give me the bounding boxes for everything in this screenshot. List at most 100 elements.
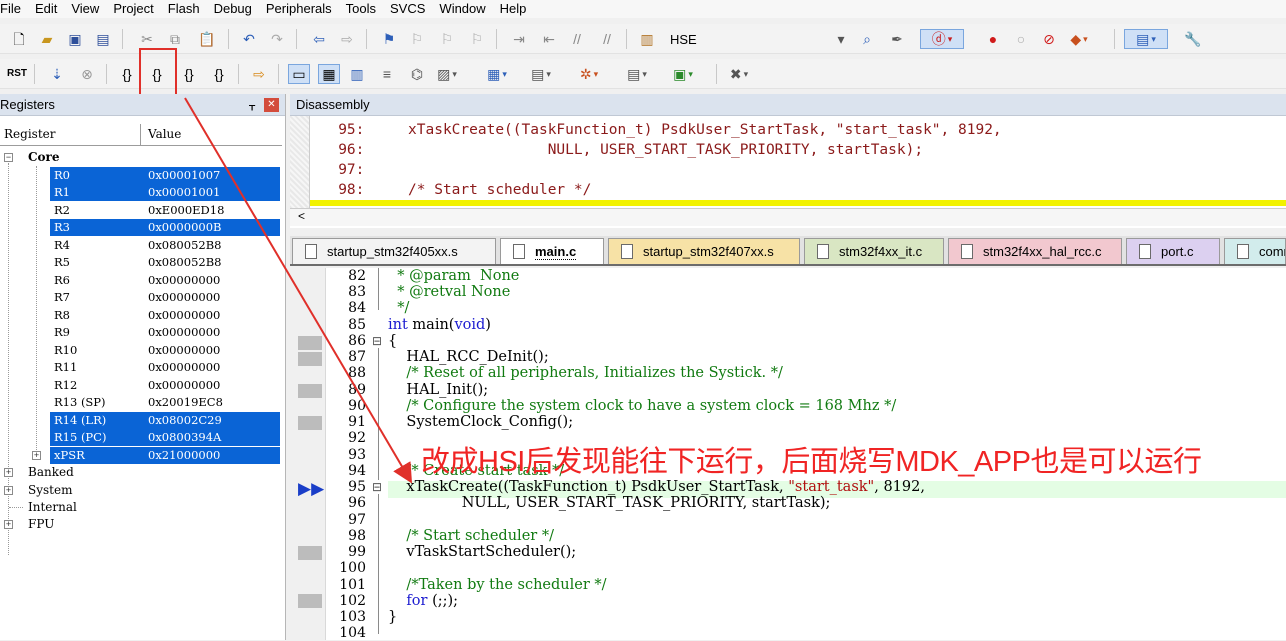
system-viewer-icon[interactable]: ▣ ▾	[672, 64, 694, 84]
step-out-icon[interactable]: {}	[178, 64, 200, 84]
paste-icon[interactable]: 📋	[196, 29, 218, 49]
register-row[interactable]: R12 0x00000000	[0, 377, 282, 394]
register-value[interactable]: 0x00000000	[148, 342, 220, 359]
cut-icon[interactable]: ✂	[136, 29, 158, 49]
target-options-icon[interactable]: ▥	[636, 29, 658, 49]
dropdown-icon[interactable]: ▾	[830, 29, 852, 49]
disable-breakpoint-icon[interactable]: ○	[1010, 29, 1032, 49]
register-row[interactable]: R0 0x00001007	[0, 167, 282, 184]
register-value[interactable]: 0x0800394A	[148, 429, 221, 446]
register-value[interactable]: 0x00001007	[148, 167, 220, 184]
next-bookmark-icon[interactable]: ⚐	[436, 29, 458, 49]
redo-icon[interactable]: ↷	[266, 29, 288, 49]
kill-breakpoints-icon[interactable]: ⊘	[1038, 29, 1060, 49]
serial-window-icon[interactable]: ▤ ▾	[530, 64, 552, 84]
step-into-icon[interactable]: {}	[116, 64, 138, 84]
register-value[interactable]: 0x00000000	[148, 289, 220, 306]
save-all-icon[interactable]: ▤	[92, 29, 114, 49]
register-value[interactable]: 0xE000ED18	[148, 202, 224, 219]
tab-comm[interactable]: comm	[1224, 238, 1286, 264]
tab-main-c[interactable]: main.c	[500, 238, 604, 264]
tab-stm32f4xx-it[interactable]: stm32f4xx_it.c	[804, 238, 944, 264]
run-to-cursor-icon[interactable]: {}	[208, 64, 230, 84]
registers-window-icon[interactable]: ≡	[376, 64, 398, 84]
register-row[interactable]: R10 0x00000000	[0, 342, 282, 359]
register-row[interactable]: xPSR 0x21000000	[0, 447, 282, 464]
collapse-core-icon[interactable]: −	[4, 153, 13, 162]
column-register[interactable]: Register	[4, 127, 55, 141]
core-group[interactable]: Core	[28, 149, 60, 166]
clear-bookmarks-icon[interactable]: ⚐	[466, 29, 488, 49]
breakpoint-icon[interactable]: ●	[982, 29, 1004, 49]
register-row[interactable]: R13 (SP) 0x20019EC8	[0, 394, 282, 411]
configure-icon[interactable]: ◆ ▾	[1068, 29, 1090, 49]
register-row[interactable]: R4 0x080052B8	[0, 237, 282, 254]
menu-edit[interactable]: Edit	[27, 1, 63, 17]
tab-startup-f405[interactable]: startup_stm32f405xx.s	[292, 238, 496, 264]
call-stack-icon[interactable]: ⌬	[406, 64, 428, 84]
register-value[interactable]: 0x08002C29	[148, 412, 222, 429]
register-value[interactable]: 0x080052B8	[148, 254, 221, 271]
expand-banked-icon[interactable]: +	[4, 468, 13, 477]
symbols-window-icon[interactable]: ▥	[346, 64, 368, 84]
menu-svcs[interactable]: SVCS	[382, 1, 431, 17]
bookmark-icon[interactable]: ⚑	[378, 29, 400, 49]
expand-system-icon[interactable]: +	[4, 486, 13, 495]
memory-window-icon[interactable]: ▦ ▾	[486, 64, 508, 84]
settings-wrench-icon[interactable]: 🔧	[1182, 29, 1204, 49]
breakpoint-gutter[interactable]	[290, 268, 326, 640]
command-window-icon[interactable]: ▭	[288, 64, 310, 84]
watch-window-icon[interactable]: ▨ ▾	[436, 64, 458, 84]
indent-icon[interactable]: ⇥	[508, 29, 530, 49]
banked-group[interactable]: Banked	[28, 464, 74, 481]
close-icon[interactable]: ✕	[264, 98, 279, 112]
menu-project[interactable]: Project	[105, 1, 159, 17]
register-row[interactable]: R1 0x00001001	[0, 184, 282, 201]
register-row[interactable]: R5 0x080052B8	[0, 254, 282, 271]
menu-help[interactable]: Help	[492, 1, 533, 17]
register-row[interactable]: R8 0x00000000	[0, 307, 282, 324]
navigate-back-icon[interactable]: ⇦	[308, 29, 330, 49]
reset-icon[interactable]: RST	[6, 64, 28, 84]
open-folder-icon[interactable]: ▰	[36, 29, 58, 49]
menu-debug[interactable]: Debug	[206, 1, 258, 17]
save-icon[interactable]: ▣	[64, 29, 86, 49]
toolbox-icon[interactable]: ✖ ▾	[728, 64, 750, 84]
menu-peripherals[interactable]: Peripherals	[258, 1, 338, 17]
disassembly-body[interactable]: 95: xTaskCreate((TaskFunction_t) PsdkUse…	[290, 116, 1286, 228]
prev-bookmark-icon[interactable]: ⚐	[406, 29, 428, 49]
copy-icon[interactable]: ⧉	[164, 29, 186, 49]
comment-icon[interactable]: //	[566, 29, 588, 49]
analysis-window-icon[interactable]: ✲ ▾	[578, 64, 600, 84]
register-row[interactable]: R15 (PC) 0x0800394A	[0, 429, 282, 446]
menu-window[interactable]: Window	[431, 1, 491, 17]
register-row[interactable]: R9 0x00000000	[0, 324, 282, 341]
internal-group[interactable]: Internal	[28, 499, 77, 516]
fold-collapse-icon[interactable]: ⊟	[372, 480, 382, 494]
register-value[interactable]: 0x00000000	[148, 324, 220, 341]
register-row[interactable]: R7 0x00000000	[0, 289, 282, 306]
register-value[interactable]: 0x00000000	[148, 272, 220, 289]
register-row[interactable]: R6 0x00000000	[0, 272, 282, 289]
tab-startup-f407[interactable]: startup_stm32f407xx.s	[608, 238, 800, 264]
tab-port-c[interactable]: port.c	[1126, 238, 1220, 264]
system-group[interactable]: System	[28, 482, 72, 499]
register-value[interactable]: 0x00001001	[148, 184, 220, 201]
fold-collapse-icon[interactable]: ⊟	[372, 334, 382, 348]
scroll-left-icon[interactable]: <	[298, 209, 305, 223]
horizontal-scrollbar[interactable]: <	[290, 208, 1286, 226]
register-value[interactable]: 0x0000000B	[148, 219, 221, 236]
register-value[interactable]: 0x20019EC8	[148, 394, 223, 411]
uncomment-icon[interactable]: //	[596, 29, 618, 49]
navigate-forward-icon[interactable]: ⇨	[336, 29, 358, 49]
undo-icon[interactable]: ↶	[238, 29, 260, 49]
register-row[interactable]: R14 (LR) 0x08002C29	[0, 412, 282, 429]
register-value[interactable]: 0x21000000	[148, 447, 220, 464]
find-icon[interactable]: ⌕	[856, 29, 878, 49]
register-value[interactable]: 0x080052B8	[148, 237, 221, 254]
menu-tools[interactable]: Tools	[338, 1, 382, 17]
register-row[interactable]: R11 0x00000000	[0, 359, 282, 376]
pin-icon[interactable]: ᚁ	[249, 94, 255, 116]
new-file-icon[interactable]: 🗋	[8, 29, 30, 49]
disassembly-window-icon[interactable]: ▦	[318, 64, 340, 84]
